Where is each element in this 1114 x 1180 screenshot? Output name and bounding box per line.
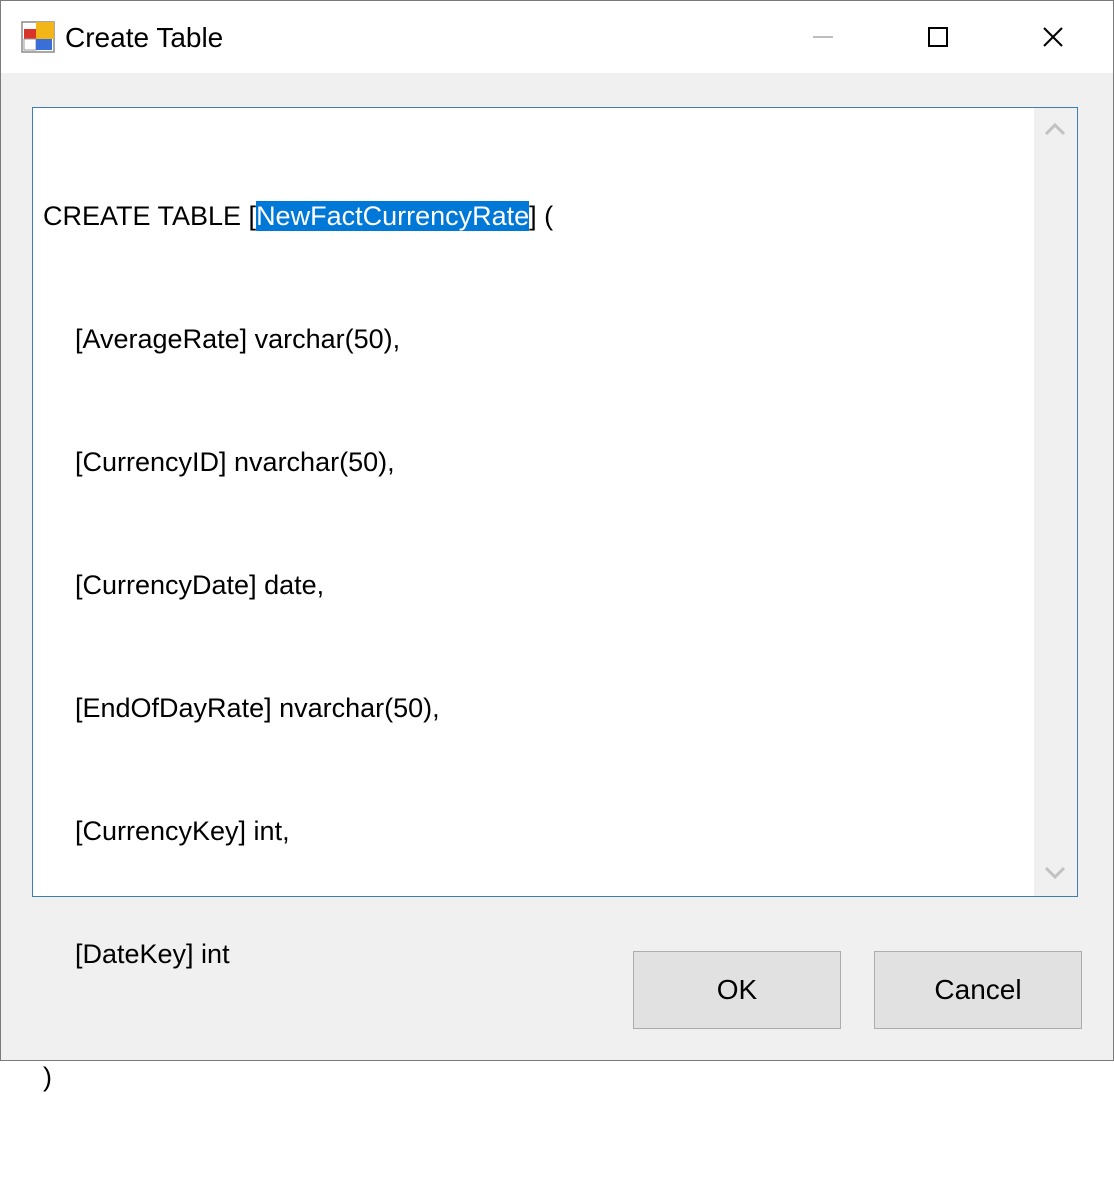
table-app-icon: [21, 21, 55, 53]
window-title: Create Table: [65, 22, 224, 53]
code-line: ): [43, 1062, 52, 1092]
close-icon: [1043, 27, 1063, 47]
code-line: [CurrencyKey] int,: [75, 816, 290, 846]
scroll-down-icon[interactable]: [1043, 864, 1067, 882]
code-line: [CurrencyDate] date,: [75, 570, 325, 600]
code-line: [CurrencyID] nvarchar(50),: [75, 447, 395, 477]
vertical-scrollbar[interactable]: [1034, 108, 1077, 896]
scroll-up-icon[interactable]: [1043, 120, 1067, 138]
code-line: [AverageRate] varchar(50),: [75, 324, 401, 354]
create-table-dialog: Create Table CREATE TABLE [NewFactCurren…: [0, 0, 1114, 1092]
ok-button[interactable]: OK: [633, 951, 841, 1029]
sql-editor[interactable]: CREATE TABLE [NewFactCurrencyRate] ( [Av…: [32, 107, 1078, 1092]
selected-table-name: NewFactCurrencyRate: [256, 201, 530, 231]
close-button[interactable]: [995, 1, 1111, 73]
maximize-icon: [928, 27, 948, 47]
code-line: [EndOfDayRate] nvarchar(50),: [75, 693, 440, 723]
minimize-icon: [813, 36, 833, 38]
cancel-button[interactable]: Cancel: [874, 951, 1082, 1029]
maximize-button[interactable]: [880, 1, 996, 73]
code-text: ] (: [529, 201, 554, 231]
title-bar[interactable]: Create Table: [1, 1, 1113, 73]
minimize-button[interactable]: [765, 1, 881, 73]
code-line: CREATE TABLE [NewFactCurrencyRate] (: [43, 196, 1033, 237]
code-text: CREATE TABLE [: [43, 201, 257, 231]
